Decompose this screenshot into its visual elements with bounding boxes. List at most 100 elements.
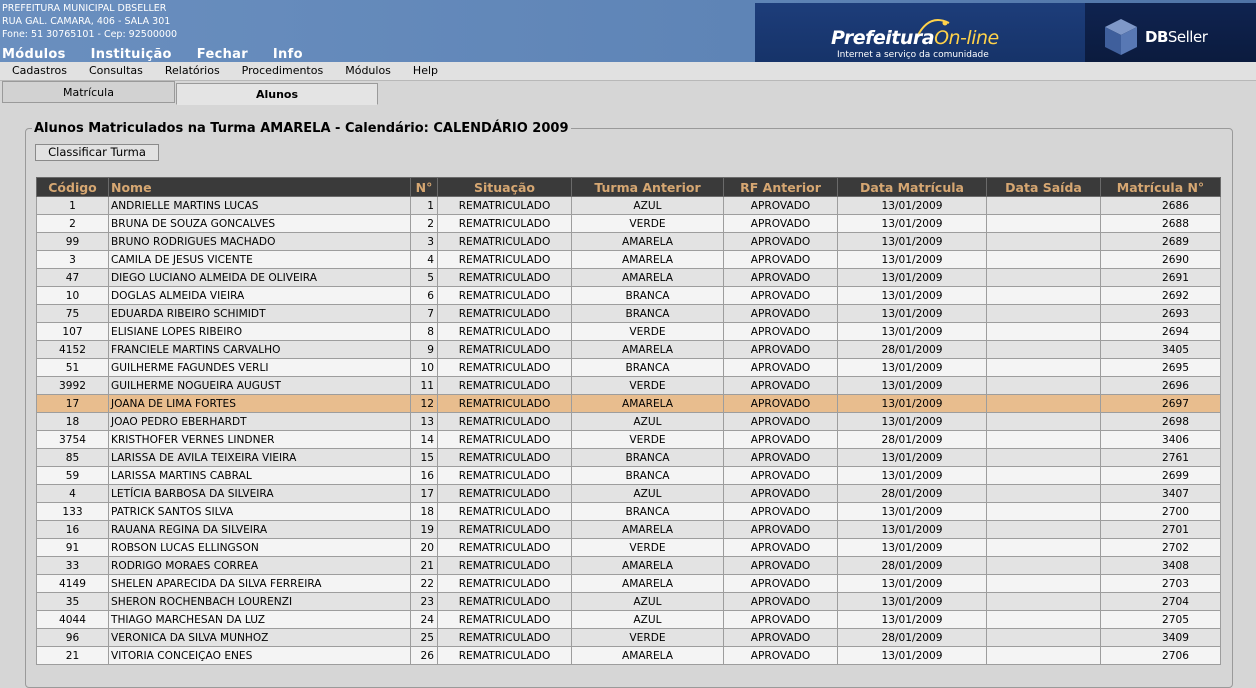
cell-nome: VITORIA CONCEIÇAO ENES: [108, 646, 411, 665]
cell-matricula-numero: 2696: [1100, 376, 1221, 395]
table-row[interactable]: 99 BRUNO RODRIGUES MACHADO 3 REMATRICULADO A…: [36, 232, 1221, 251]
table-row[interactable]: 3992 GUILHERME NOGUEIRA AUGUST 11 REMATRICU…: [36, 376, 1221, 395]
col-data-matricula[interactable]: Data Matrícula: [837, 177, 987, 197]
table-row[interactable]: 1 ANDRIELLE MARTINS LUCAS 1 REMATRICULADO AZ…: [36, 196, 1221, 215]
cell-matricula-numero: 3407: [1100, 484, 1221, 503]
cell-matricula-numero: 2698: [1100, 412, 1221, 431]
cell-situacao: REMATRICULADO: [437, 322, 572, 341]
table-row[interactable]: 4044 THIAGO MARCHESAN DA LUZ 24 REMATRICULA…: [36, 610, 1221, 629]
cell-nome: BRUNA DE SOUZA GONCALVES: [108, 214, 411, 233]
cell-situacao: REMATRICULADO: [437, 250, 572, 269]
cell-numero: 8: [410, 322, 438, 341]
table-row[interactable]: 47 DIEGO LUCIANO ALMEIDA DE OLIVEIRA 5 REMA…: [36, 268, 1221, 287]
nav-instituicao[interactable]: Instituição: [91, 47, 172, 62]
cell-data-matricula: 13/01/2009: [837, 394, 987, 413]
table-row[interactable]: 51 GUILHERME FAGUNDES VERLI 10 REMATRICULAD…: [36, 358, 1221, 377]
menu-relatorios[interactable]: Relatórios: [153, 62, 230, 80]
col-turma-anterior[interactable]: Turma Anterior: [571, 177, 724, 197]
cell-data-matricula: 13/01/2009: [837, 592, 987, 611]
cell-rf-anterior: APROVADO: [723, 574, 838, 593]
cell-data-saida: [986, 232, 1101, 251]
col-situacao[interactable]: Situação: [437, 177, 572, 197]
cell-rf-anterior: APROVADO: [723, 466, 838, 485]
cell-data-saida: [986, 412, 1101, 431]
cell-numero: 14: [410, 430, 438, 449]
table-row[interactable]: 107 ELISIANE LOPES RIBEIRO 8 REMATRICULADO V…: [36, 322, 1221, 341]
cell-numero: 3: [410, 232, 438, 251]
cell-rf-anterior: APROVADO: [723, 250, 838, 269]
cell-nome: LETÍCIA BARBOSA DA SILVEIRA: [108, 484, 411, 503]
cell-codigo: 2: [36, 214, 109, 233]
cell-data-matricula: 28/01/2009: [837, 484, 987, 503]
cell-data-matricula: 13/01/2009: [837, 214, 987, 233]
table-row[interactable]: 96 VERONICA DA SILVA MUNHOZ 25 REMATRICULAD…: [36, 628, 1221, 647]
classify-class-button[interactable]: Classificar Turma: [35, 144, 159, 161]
menu-modulos[interactable]: Módulos: [333, 62, 401, 80]
cell-matricula-numero: 2702: [1100, 538, 1221, 557]
col-nome[interactable]: Nome: [108, 177, 411, 197]
table-row[interactable]: 59 LARISSA MARTINS CABRAL 16 REMATRICULADO B…: [36, 466, 1221, 485]
cell-codigo: 10: [36, 286, 109, 305]
tab-matricula[interactable]: Matrícula: [2, 81, 175, 103]
table-row[interactable]: 18 JOAO PEDRO EBERHARDT 13 REMATRICULADO AZU…: [36, 412, 1221, 431]
col-rf-anterior[interactable]: RF Anterior: [723, 177, 838, 197]
cell-data-matricula: 13/01/2009: [837, 412, 987, 431]
table-row[interactable]: 75 EDUARDA RIBEIRO SCHIMIDT 7 REMATRICULADO…: [36, 304, 1221, 323]
cell-nome: LARISSA MARTINS CABRAL: [108, 466, 411, 485]
cell-situacao: REMATRICULADO: [437, 430, 572, 449]
cell-data-saida: [986, 502, 1101, 521]
menu-procedimentos[interactable]: Procedimentos: [230, 62, 334, 80]
table-row[interactable]: 16 RAUANA REGINA DA SILVEIRA 19 REMATRICULA…: [36, 520, 1221, 539]
table-row[interactable]: 2 BRUNA DE SOUZA GONCALVES 2 REMATRICULADO V…: [36, 214, 1221, 233]
nav-fechar[interactable]: Fechar: [197, 47, 248, 62]
table-row[interactable]: 17 JOANA DE LIMA FORTES 12 REMATRICULADO AMA…: [36, 394, 1221, 413]
cell-turma-anterior: AMARELA: [571, 232, 724, 251]
cell-data-matricula: 13/01/2009: [837, 538, 987, 557]
col-numero[interactable]: N°: [410, 177, 438, 197]
cell-matricula-numero: 2693: [1100, 304, 1221, 323]
org-address: RUA GAL. CAMARA, 406 - SALA 301: [2, 16, 171, 27]
tab-alunos[interactable]: Alunos: [176, 83, 378, 105]
cell-numero: 5: [410, 268, 438, 287]
table-row[interactable]: 4149 SHELEN APARECIDA DA SILVA FERREIRA 22…: [36, 574, 1221, 593]
cell-rf-anterior: APROVADO: [723, 376, 838, 395]
cell-numero: 18: [410, 502, 438, 521]
cell-rf-anterior: APROVADO: [723, 412, 838, 431]
cell-data-saida: [986, 394, 1101, 413]
col-codigo[interactable]: Código: [36, 177, 109, 197]
nav-modulos[interactable]: Módulos: [2, 47, 66, 62]
table-row[interactable]: 3754 KRISTHOFER VERNES LINDNER 14 REMATRICU…: [36, 430, 1221, 449]
nav-info[interactable]: Info: [273, 47, 303, 62]
cell-situacao: REMATRICULADO: [437, 466, 572, 485]
cell-codigo: 3: [36, 250, 109, 269]
table-row[interactable]: 33 RODRIGO MORAES CORREA 21 REMATRICULADO AM…: [36, 556, 1221, 575]
cell-nome: LARISSA DE AVILA TEIXEIRA VIEIRA: [108, 448, 411, 467]
menu-help[interactable]: Help: [401, 62, 448, 80]
cell-data-matricula: 28/01/2009: [837, 628, 987, 647]
menu-bar: Cadastros Consultas Relatórios Procedime…: [0, 62, 1256, 81]
table-row[interactable]: 35 SHERON ROCHENBACH LOURENZI 23 REMATRICUL…: [36, 592, 1221, 611]
table-row[interactable]: 85 LARISSA DE AVILA TEIXEIRA VIEIRA 15 REMA…: [36, 448, 1221, 467]
cell-numero: 12: [410, 394, 438, 413]
table-row[interactable]: 4 LETÍCIA BARBOSA DA SILVEIRA 17 REMATRICUL…: [36, 484, 1221, 503]
cell-data-saida: [986, 358, 1101, 377]
cell-data-saida: [986, 196, 1101, 215]
table-row[interactable]: 3 CAMILA DE JESUS VICENTE 4 REMATRICULADO AM…: [36, 250, 1221, 269]
cell-numero: 20: [410, 538, 438, 557]
table-row[interactable]: 21 VITORIA CONCEIÇAO ENES 26 REMATRICULADO A…: [36, 646, 1221, 665]
menu-consultas[interactable]: Consultas: [77, 62, 153, 80]
cell-turma-anterior: AMARELA: [571, 646, 724, 665]
menu-cadastros[interactable]: Cadastros: [0, 62, 77, 80]
cell-data-saida: [986, 214, 1101, 233]
col-data-saida[interactable]: Data Saída: [986, 177, 1101, 197]
table-row[interactable]: 4152 FRANCIELE MARTINS CARVALHO 9 REMATRICU…: [36, 340, 1221, 359]
cell-numero: 19: [410, 520, 438, 539]
cell-data-matricula: 28/01/2009: [837, 430, 987, 449]
cell-data-saida: [986, 646, 1101, 665]
cell-turma-anterior: AZUL: [571, 196, 724, 215]
table-row[interactable]: 10 DOGLAS ALMEIDA VIEIRA 6 REMATRICULADO BRA…: [36, 286, 1221, 305]
table-row[interactable]: 91 ROBSON LUCAS ELLINGSON 20 REMATRICULADO V…: [36, 538, 1221, 557]
cell-codigo: 99: [36, 232, 109, 251]
col-matricula-numero[interactable]: Matrícula N°: [1100, 177, 1221, 197]
table-row[interactable]: 133 PATRICK SANTOS SILVA 18 REMATRICULADO BR…: [36, 502, 1221, 521]
